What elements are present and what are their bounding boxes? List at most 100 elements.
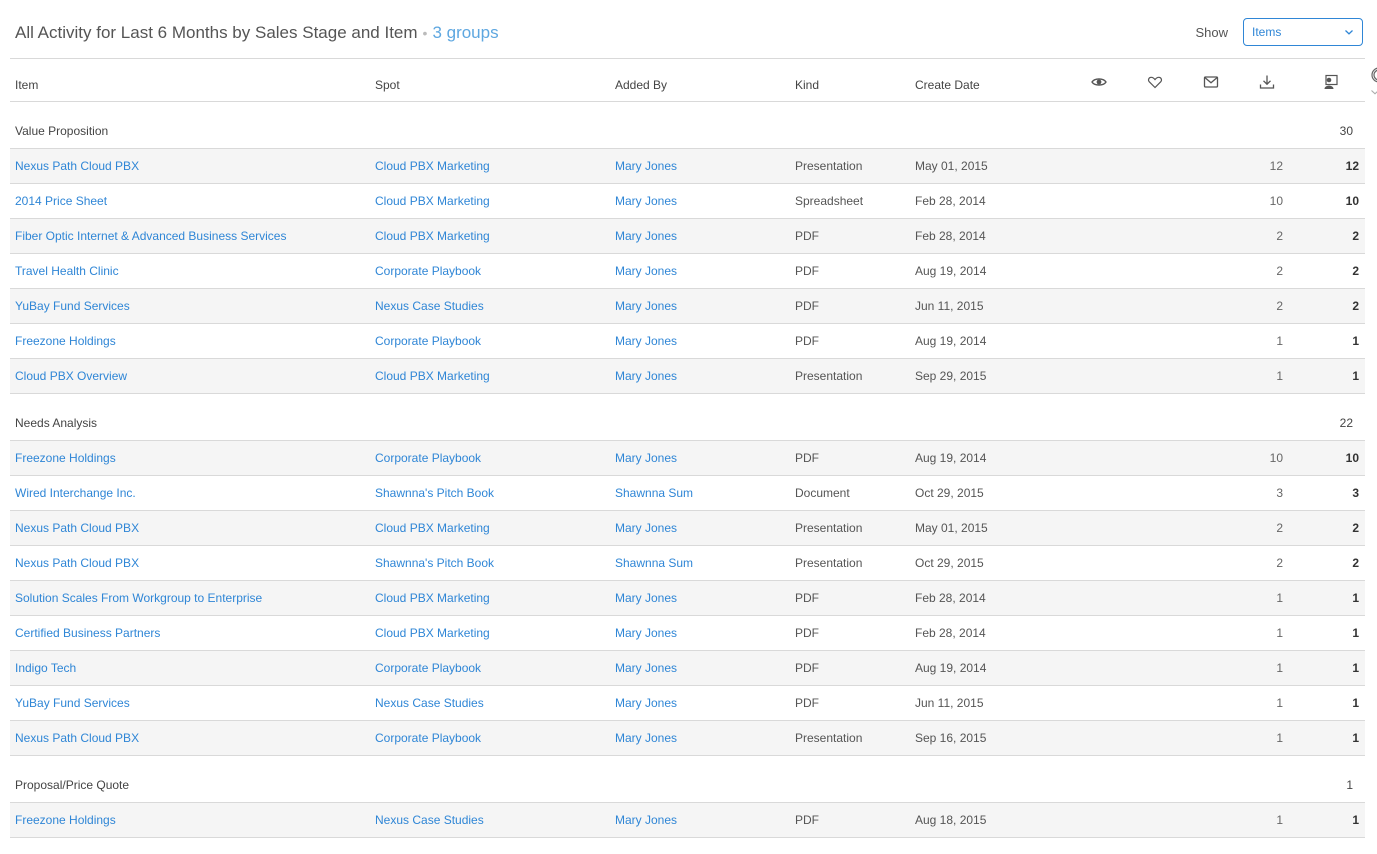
spot-link[interactable]: Cloud PBX Marketing bbox=[370, 183, 610, 219]
added-by-link[interactable]: Mary Jones bbox=[610, 580, 790, 616]
column-header-downloads[interactable] bbox=[1239, 59, 1295, 102]
item-link[interactable]: Solution Scales From Workgroup to Enterp… bbox=[10, 580, 370, 616]
kind-cell: PDF bbox=[790, 615, 910, 651]
group-spacer bbox=[610, 393, 790, 441]
column-header-views[interactable] bbox=[1071, 59, 1127, 102]
show-select[interactable]: Items bbox=[1243, 18, 1363, 46]
column-header-item[interactable]: Item bbox=[10, 59, 370, 102]
group-total-presentations: 30 bbox=[1295, 101, 1365, 149]
added-by-link[interactable]: Shawnna Sum bbox=[610, 475, 790, 511]
added-by-link[interactable]: Mary Jones bbox=[610, 440, 790, 476]
added-by-link[interactable]: Mary Jones bbox=[610, 650, 790, 686]
added-by-link[interactable]: Mary Jones bbox=[610, 183, 790, 219]
presentations-count: 1 bbox=[1239, 720, 1295, 756]
title-separator: • bbox=[422, 24, 428, 41]
added-by-link[interactable]: Mary Jones bbox=[610, 615, 790, 651]
table-row: 2014 Price Sheet Cloud PBX Marketing Mary … bbox=[10, 183, 1365, 219]
spot-link[interactable]: Corporate Playbook bbox=[370, 720, 610, 756]
column-header-likes[interactable] bbox=[1127, 59, 1183, 102]
spot-link[interactable]: Cloud PBX Marketing bbox=[370, 615, 610, 651]
item-link[interactable]: Freezone Holdings bbox=[10, 440, 370, 476]
added-by-link[interactable]: Mary Jones bbox=[610, 510, 790, 546]
spot-link[interactable]: Shawnna's Pitch Book bbox=[370, 475, 610, 511]
total-count: 1 bbox=[1295, 685, 1365, 721]
total-count: 10 bbox=[1295, 440, 1365, 476]
total-count: 2 bbox=[1295, 253, 1365, 289]
spot-link[interactable]: Nexus Case Studies bbox=[370, 685, 610, 721]
group-total-presentations: 1 bbox=[1295, 755, 1365, 803]
column-header-spot[interactable]: Spot bbox=[370, 59, 610, 102]
create-date-cell: Sep 16, 2015 bbox=[910, 720, 1035, 756]
spot-link[interactable]: Corporate Playbook bbox=[370, 440, 610, 476]
kind-cell: PDF bbox=[790, 650, 910, 686]
column-header-presentations[interactable] bbox=[1295, 59, 1365, 102]
item-link[interactable]: 2014 Price Sheet bbox=[10, 183, 370, 219]
table-header-row: Item Spot Added By Kind Create Date bbox=[10, 59, 1377, 102]
item-link[interactable]: Travel Health Clinic bbox=[10, 253, 370, 289]
spot-link[interactable]: Shawnna's Pitch Book bbox=[370, 545, 610, 581]
create-date-cell: Oct 29, 2015 bbox=[910, 545, 1035, 581]
heart-icon bbox=[1147, 76, 1163, 89]
column-header-shares[interactable] bbox=[1183, 59, 1239, 102]
item-link[interactable]: Freezone Holdings bbox=[10, 323, 370, 359]
item-link[interactable]: YuBay Fund Services bbox=[10, 685, 370, 721]
presenter-icon bbox=[1324, 74, 1338, 89]
column-header-create-date[interactable]: Create Date bbox=[910, 59, 1035, 102]
item-link[interactable]: Freezone Holdings bbox=[10, 802, 370, 838]
spot-link[interactable]: Cloud PBX Marketing bbox=[370, 358, 610, 394]
chevron-down-icon[interactable] bbox=[1370, 87, 1377, 97]
added-by-link[interactable]: Shawnna Sum bbox=[610, 545, 790, 581]
group-spacer bbox=[610, 101, 790, 149]
group-spacer bbox=[370, 393, 610, 441]
group-spacer bbox=[790, 755, 910, 803]
row-spacer bbox=[1035, 545, 1239, 581]
kind-cell: PDF bbox=[790, 218, 910, 254]
spot-link[interactable]: Cloud PBX Marketing bbox=[370, 580, 610, 616]
kind-cell: PDF bbox=[790, 685, 910, 721]
spot-link[interactable]: Cloud PBX Marketing bbox=[370, 148, 610, 184]
added-by-link[interactable]: Mary Jones bbox=[610, 685, 790, 721]
item-link[interactable]: Nexus Path Cloud PBX bbox=[10, 510, 370, 546]
item-link[interactable]: Nexus Path Cloud PBX bbox=[10, 148, 370, 184]
spot-link[interactable]: Nexus Case Studies bbox=[370, 288, 610, 324]
report-page: All Activity for Last 6 Months by Sales … bbox=[0, 0, 1377, 838]
item-link[interactable]: Indigo Tech bbox=[10, 650, 370, 686]
item-link[interactable]: Nexus Path Cloud PBX bbox=[10, 720, 370, 756]
item-link[interactable]: Wired Interchange Inc. bbox=[10, 475, 370, 511]
added-by-link[interactable]: Mary Jones bbox=[610, 288, 790, 324]
table-row: Indigo Tech Corporate Playbook Mary Jones P… bbox=[10, 650, 1365, 686]
spot-link[interactable]: Corporate Playbook bbox=[370, 253, 610, 289]
column-header-added-by[interactable]: Added By bbox=[610, 59, 790, 102]
added-by-link[interactable]: Mary Jones bbox=[610, 802, 790, 838]
item-link[interactable]: Fiber Optic Internet & Advanced Business… bbox=[10, 218, 370, 254]
added-by-link[interactable]: Mary Jones bbox=[610, 323, 790, 359]
added-by-link[interactable]: Mary Jones bbox=[610, 253, 790, 289]
row-spacer bbox=[1035, 720, 1239, 756]
spot-link[interactable]: Corporate Playbook bbox=[370, 323, 610, 359]
create-date-cell: May 01, 2015 bbox=[910, 148, 1035, 184]
table-row: Freezone Holdings Nexus Case Studies Mary … bbox=[10, 802, 1365, 838]
item-link[interactable]: Nexus Path Cloud PBX bbox=[10, 545, 370, 581]
column-header-kind[interactable]: Kind bbox=[790, 59, 910, 102]
total-count: 3 bbox=[1295, 475, 1365, 511]
item-link[interactable]: YuBay Fund Services bbox=[10, 288, 370, 324]
show-label: Show bbox=[1195, 24, 1228, 40]
added-by-link[interactable]: Mary Jones bbox=[610, 218, 790, 254]
added-by-link[interactable]: Mary Jones bbox=[610, 148, 790, 184]
presentations-count: 1 bbox=[1239, 802, 1295, 838]
spot-link[interactable]: Corporate Playbook bbox=[370, 650, 610, 686]
column-header-spacer bbox=[1035, 59, 1071, 102]
added-by-link[interactable]: Mary Jones bbox=[610, 720, 790, 756]
table-row: YuBay Fund Services Nexus Case Studies Mar… bbox=[10, 685, 1365, 721]
item-link[interactable]: Certified Business Partners bbox=[10, 615, 370, 651]
total-count: 1 bbox=[1295, 802, 1365, 838]
spot-link[interactable]: Nexus Case Studies bbox=[370, 802, 610, 838]
added-by-link[interactable]: Mary Jones bbox=[610, 358, 790, 394]
row-spacer bbox=[1035, 323, 1239, 359]
spot-link[interactable]: Cloud PBX Marketing bbox=[370, 218, 610, 254]
eye-icon bbox=[1091, 78, 1107, 86]
item-link[interactable]: Cloud PBX Overview bbox=[10, 358, 370, 394]
spot-link[interactable]: Cloud PBX Marketing bbox=[370, 510, 610, 546]
kind-cell: Presentation bbox=[790, 148, 910, 184]
kind-cell: Presentation bbox=[790, 720, 910, 756]
